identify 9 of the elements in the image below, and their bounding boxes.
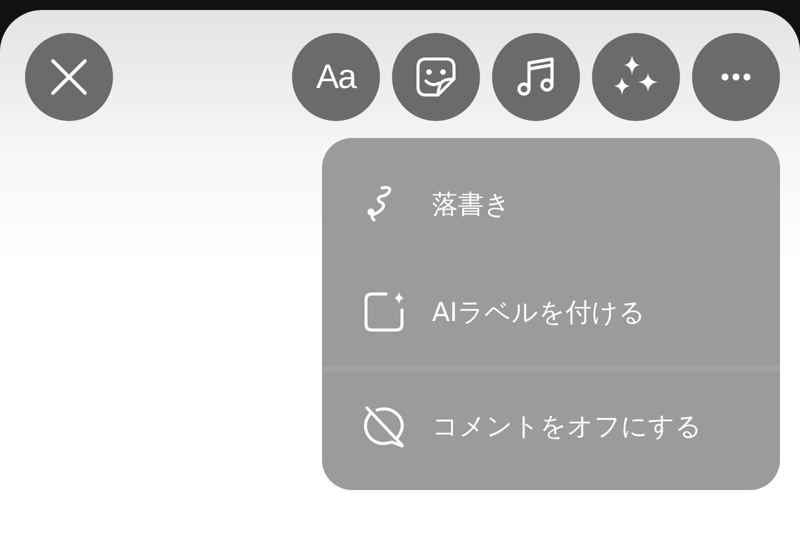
menu-item[interactable]: AIラベルを付ける — [322, 258, 780, 366]
square-sparkle-icon — [362, 290, 406, 334]
menu-item[interactable]: コメントをオフにする — [322, 372, 780, 480]
close-icon — [49, 57, 89, 97]
more-icon — [720, 72, 752, 82]
text-button[interactable]: Aa — [292, 33, 380, 121]
sticker-icon — [414, 55, 458, 99]
comment-off-icon — [362, 404, 406, 448]
menu-item[interactable]: 落書き — [322, 150, 780, 258]
